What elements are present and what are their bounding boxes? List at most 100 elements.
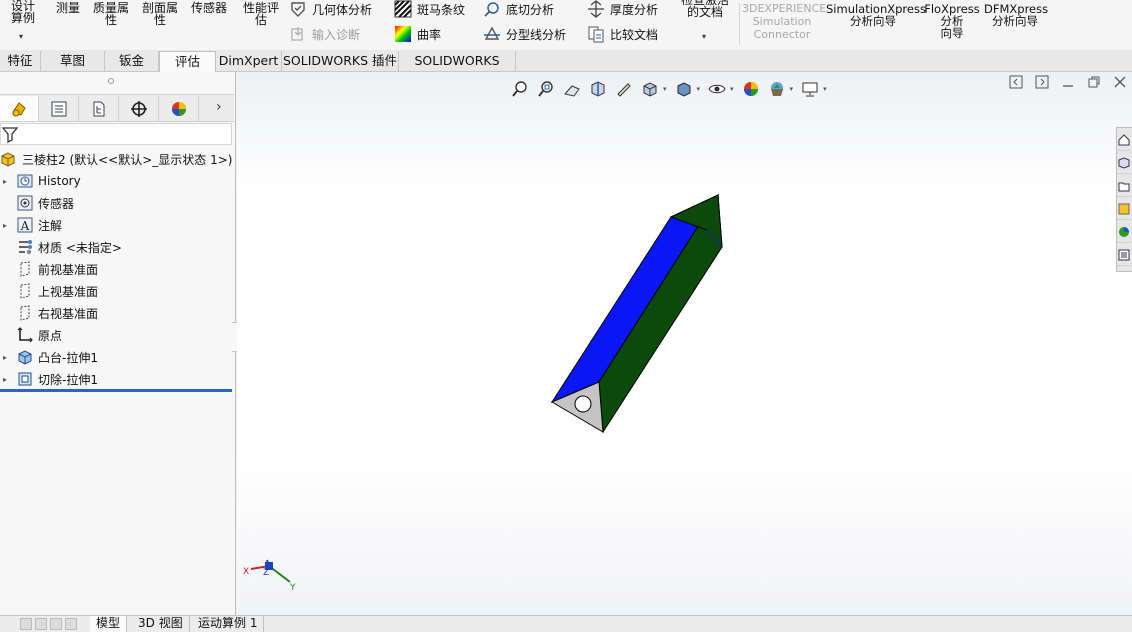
first-tab-icon[interactable]: [20, 618, 32, 630]
plane-icon: [16, 304, 34, 322]
tree-item-label: 材质 <未指定>: [38, 240, 122, 255]
tab-3d-views[interactable]: 3D 视图: [132, 616, 190, 632]
undercut-analysis-button[interactable]: 底切分析: [483, 0, 554, 18]
tree-item-history[interactable]: ▸ History: [0, 170, 232, 192]
tab-features[interactable]: 特征: [0, 51, 41, 72]
tree-item-label: History: [38, 174, 81, 188]
performance-evaluation-label: 性能评估: [242, 1, 279, 27]
tree-item-label: 传感器: [38, 196, 75, 211]
panel-grip-icon[interactable]: [108, 78, 114, 84]
simulationxpress-button[interactable]: SimulationXpress 分析向导: [826, 3, 926, 27]
tab-solidworks-mbd[interactable]: SOLIDWORKS MBD: [399, 51, 516, 88]
home-icon[interactable]: [1117, 129, 1131, 151]
chevron-right-icon[interactable]: ›: [216, 99, 222, 115]
tree-item-cut-extrude[interactable]: ▸ 切除-拉伸1: [0, 368, 232, 390]
appearance-ball-icon: [170, 100, 188, 118]
triangular-prism-model[interactable]: [237, 72, 1132, 615]
configuration-icon: [90, 100, 108, 118]
expand-icon[interactable]: ▸: [0, 375, 10, 384]
view-palette-icon[interactable]: [1117, 198, 1131, 220]
mass-properties-label: 质量属性: [92, 1, 129, 27]
import-diagnostics-label: 输入诊断: [312, 27, 361, 42]
plane-icon: [16, 260, 34, 278]
previous-tab-icon[interactable]: [35, 618, 47, 630]
tab-solidworks-addins[interactable]: SOLIDWORKS 插件: [282, 51, 399, 72]
triad-y-label: Y: [289, 583, 296, 592]
property-manager-tab[interactable]: [40, 96, 79, 121]
tab-model[interactable]: 模型: [90, 616, 128, 632]
undercut-analysis-label: 底切分析: [506, 2, 555, 17]
section-properties-label: 剖面属性: [141, 1, 178, 27]
dimxpert-manager-tab[interactable]: [120, 96, 159, 121]
file-explorer-icon[interactable]: [1117, 175, 1131, 197]
next-tab-icon[interactable]: [50, 618, 62, 630]
floxpress-button[interactable]: FloXpress 分析向导: [924, 3, 980, 39]
zebra-stripes-button[interactable]: 斑马条纹: [394, 0, 465, 18]
tree-item-origin[interactable]: 原点: [0, 324, 232, 346]
tab-dimxpert[interactable]: DimXpert: [216, 51, 282, 72]
design-library-icon[interactable]: [1117, 152, 1131, 174]
display-manager-tab[interactable]: [160, 96, 199, 121]
floxpress-wizard-label: 分析向导: [940, 14, 964, 40]
dfmxpress-button[interactable]: DFMXpress 分析向导: [984, 3, 1048, 28]
prism-hole[interactable]: [574, 395, 592, 413]
design-study-button[interactable]: 设计算例: [2, 0, 44, 24]
performance-evaluation-button[interactable]: 性能评估: [238, 2, 284, 26]
custom-properties-icon[interactable]: [1117, 244, 1131, 266]
rollback-bar[interactable]: [0, 389, 232, 392]
check-active-document-button[interactable]: 检查激活的文档: [676, 0, 734, 18]
material-icon: [16, 238, 34, 256]
appearances-icon[interactable]: [1117, 221, 1131, 243]
graphics-viewport[interactable]: ▾ ▾ ▾ ▾ ▾ X Y Z: [237, 72, 1132, 615]
tree-item-right-plane[interactable]: 右视基准面: [0, 302, 232, 324]
tab-evaluate[interactable]: 评估: [159, 51, 216, 72]
expand-icon[interactable]: ▸: [0, 177, 10, 186]
compare-documents-icon: [587, 25, 605, 43]
tree-item-top-plane[interactable]: 上视基准面: [0, 280, 232, 302]
history-folder-icon: [16, 172, 34, 190]
chevron-down-icon[interactable]: ▾: [19, 32, 23, 41]
expand-icon[interactable]: ▸: [0, 221, 10, 230]
feature-manager-tabs: ›: [0, 94, 234, 122]
sensors-button[interactable]: 传感器: [186, 2, 232, 14]
3dexperience-simulation-connector-button[interactable]: 3DEXPERIENCE Simulation Connector: [742, 3, 826, 41]
ribbon-separator: [739, 3, 740, 45]
tree-item-label: 注解: [38, 218, 63, 233]
mass-properties-button[interactable]: 质量属性: [88, 2, 134, 26]
geometry-analysis-button[interactable]: 几何体分析: [289, 0, 372, 18]
import-diagnostics-button[interactable]: 输入诊断: [289, 25, 360, 43]
thickness-analysis-icon: [587, 0, 605, 18]
measure-button[interactable]: 测量: [52, 2, 84, 14]
tab-sheet-metal[interactable]: 钣金: [105, 51, 159, 72]
tree-item-annotations[interactable]: ▸ A 注解: [0, 214, 232, 236]
thickness-analysis-button[interactable]: 厚度分析: [587, 0, 658, 18]
section-properties-button[interactable]: 剖面属性: [137, 2, 183, 26]
compare-documents-button[interactable]: 比较文档: [587, 25, 658, 43]
parting-line-analysis-icon: [483, 25, 501, 43]
configuration-manager-tab[interactable]: [80, 96, 119, 121]
tree-item-front-plane[interactable]: 前视基准面: [0, 258, 232, 280]
chevron-down-icon[interactable]: ▾: [702, 32, 706, 41]
tree-item-sensors[interactable]: 传感器: [0, 192, 232, 214]
filter-icon[interactable]: [1, 125, 19, 143]
expand-icon[interactable]: ▸: [0, 353, 10, 362]
geometry-analysis-label: 几何体分析: [312, 2, 373, 17]
feature-manager-tab[interactable]: [0, 96, 39, 121]
tree-root-part[interactable]: 三棱柱2 (默认<<默认>_显示状态 1>): [0, 148, 232, 170]
zebra-stripes-icon: [394, 0, 412, 18]
last-tab-icon[interactable]: [65, 618, 77, 630]
dfmxpress-wizard-label: 分析向导: [992, 14, 1038, 28]
zebra-stripes-label: 斑马条纹: [417, 2, 466, 17]
tab-motion-study[interactable]: 运动算例 1: [192, 616, 265, 632]
parting-line-analysis-button[interactable]: 分型线分析: [483, 25, 566, 43]
design-study-label: 设计算例: [10, 0, 35, 25]
tab-sketch[interactable]: 草图: [41, 51, 105, 72]
tree-item-material[interactable]: 材质 <未指定>: [0, 236, 232, 258]
simulation-label: Simulation: [752, 15, 812, 28]
tree-item-label: 右视基准面: [38, 306, 99, 321]
curvature-button[interactable]: 曲率: [394, 25, 441, 43]
check-active-document-label: 检查激活的文档: [680, 0, 729, 19]
tree-item-boss-extrude[interactable]: ▸ 凸台-拉伸1: [0, 346, 232, 368]
tree-filter-bar[interactable]: [0, 123, 232, 145]
boss-extrude-icon: [16, 348, 34, 366]
